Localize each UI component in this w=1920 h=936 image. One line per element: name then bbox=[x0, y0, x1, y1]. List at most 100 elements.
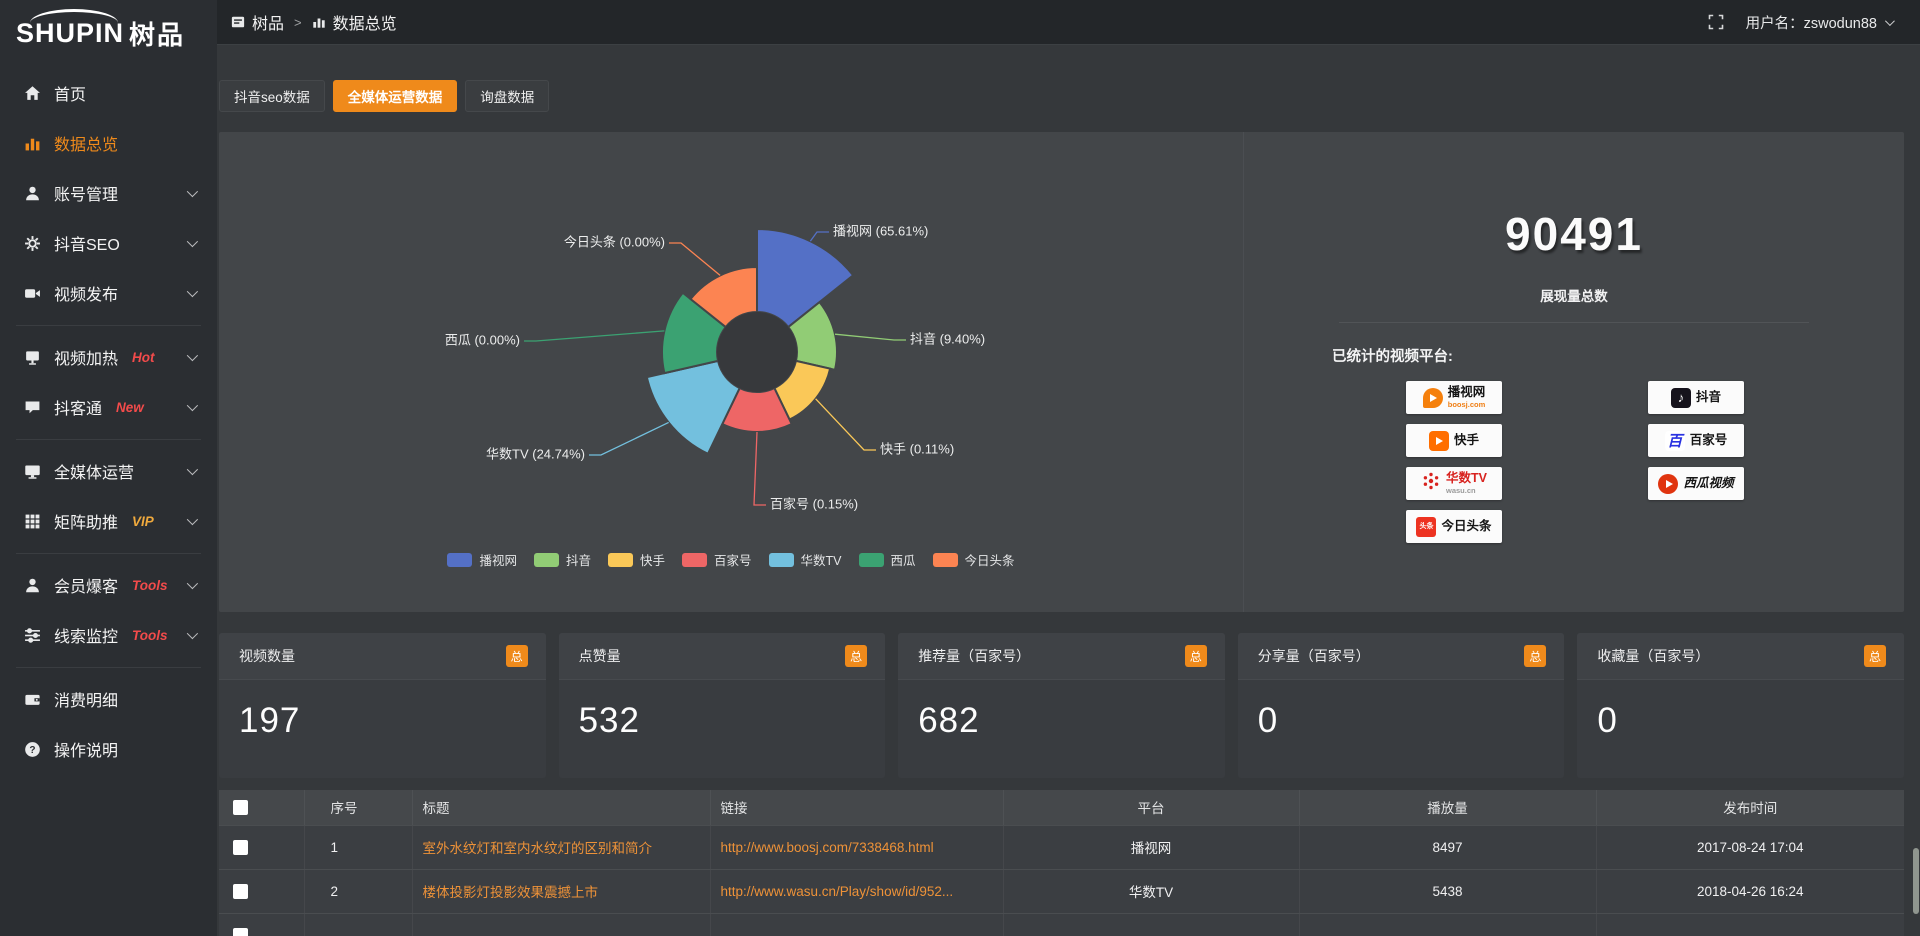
cell-plays bbox=[1299, 913, 1596, 936]
sidebar-item-抖客通[interactable]: 抖客通New bbox=[0, 382, 217, 432]
app-grid-icon bbox=[231, 15, 245, 29]
sidebar-item-会员爆客[interactable]: 会员爆客Tools bbox=[0, 560, 217, 610]
pie-chart-zone: 播视网 (65.61%)抖音 (9.40%)快手 (0.11%)百家号 (0.1… bbox=[219, 132, 1243, 612]
sidebar-divider bbox=[16, 667, 201, 668]
cell-url-link[interactable]: http://www.boosj.com/7338468.html bbox=[710, 825, 1003, 869]
platform-chip-text: 抖音 bbox=[1696, 391, 1721, 404]
total-impressions-value: 90491 bbox=[1244, 207, 1904, 261]
pie-label-百家号: 百家号 (0.15%) bbox=[770, 496, 858, 511]
sidebar-item-label: 操作说明 bbox=[54, 737, 118, 761]
sidebar-item-badge: VIP bbox=[132, 514, 154, 529]
legend-item-快手[interactable]: 快手 bbox=[608, 550, 665, 569]
table-header-checkbox-cell bbox=[219, 790, 304, 825]
breadcrumb: 树品 > 数据总览 bbox=[231, 10, 397, 34]
sidebar-item-label: 会员爆客 bbox=[54, 573, 118, 597]
table-header-平台: 平台 bbox=[1003, 790, 1299, 825]
legend-swatch bbox=[933, 553, 958, 567]
sidebar-item-数据总览[interactable]: 数据总览 bbox=[0, 118, 217, 168]
wasu-logo-icon bbox=[1421, 471, 1441, 496]
fullscreen-icon[interactable] bbox=[1708, 14, 1724, 30]
total-badge[interactable]: 总 bbox=[506, 645, 528, 667]
sidebar-item-视频加热[interactable]: 视频加热Hot bbox=[0, 332, 217, 382]
cell-index bbox=[304, 913, 412, 936]
tab-抖音seo数据[interactable]: 抖音seo数据 bbox=[219, 80, 325, 112]
stat-card-header: 收藏量（百家号）总 bbox=[1577, 633, 1904, 680]
toutiao-logo-icon: 头条 bbox=[1416, 517, 1436, 537]
select-all-checkbox[interactable] bbox=[233, 800, 248, 815]
sidebar-divider bbox=[16, 439, 201, 440]
person-icon bbox=[24, 577, 41, 594]
legend-item-今日头条[interactable]: 今日头条 bbox=[933, 550, 1015, 569]
platform-chip-text: 百家号 bbox=[1690, 434, 1728, 447]
cell-title-link[interactable]: 室外水纹灯和室内水纹灯的区别和简介 bbox=[412, 825, 710, 869]
sidebar-item-label: 视频发布 bbox=[54, 281, 118, 305]
legend-item-西瓜[interactable]: 西瓜 bbox=[859, 550, 916, 569]
cell-title-link[interactable] bbox=[412, 913, 710, 936]
play-icon bbox=[1436, 437, 1443, 445]
username-label: 用户名：zswodun88 bbox=[1746, 12, 1877, 33]
user-menu[interactable]: 用户名：zswodun88 bbox=[1746, 12, 1892, 33]
legend-label: 播视网 bbox=[479, 550, 517, 569]
scrollbar-thumb[interactable] bbox=[1913, 848, 1919, 914]
row-checkbox[interactable] bbox=[233, 884, 248, 899]
legend-item-抖音[interactable]: 抖音 bbox=[534, 550, 591, 569]
sidebar-item-label: 账号管理 bbox=[54, 181, 118, 205]
chevron-down-icon bbox=[187, 578, 198, 589]
platform-chip-快手: 快手 bbox=[1406, 424, 1502, 457]
cell-time bbox=[1596, 913, 1904, 936]
cell-title-link[interactable]: 楼体投影灯投影效果震撼上市 bbox=[412, 869, 710, 913]
tab-全媒体运营数据[interactable]: 全媒体运营数据 bbox=[333, 80, 458, 112]
chevron-down-icon bbox=[187, 464, 198, 475]
legend-label: 西瓜 bbox=[891, 550, 916, 569]
cell-platform: 播视网 bbox=[1003, 825, 1299, 869]
cell-platform bbox=[1003, 913, 1299, 936]
row-checkbox[interactable] bbox=[233, 928, 248, 936]
legend-item-华数TV[interactable]: 华数TV bbox=[769, 550, 842, 569]
table-header-链接: 链接 bbox=[710, 790, 1003, 825]
table-header-标题: 标题 bbox=[412, 790, 710, 825]
cell-time: 2018-04-26 16:24 bbox=[1596, 869, 1904, 913]
cell-url-link[interactable]: http://www.wasu.cn/Play/show/id/952... bbox=[710, 869, 1003, 913]
platform-name: 华数TV bbox=[1446, 472, 1487, 485]
platform-chip-text: 华数TVwasu.cn bbox=[1446, 472, 1487, 494]
sidebar-divider bbox=[16, 325, 201, 326]
platform-name: 快手 bbox=[1454, 434, 1479, 447]
total-badge[interactable]: 总 bbox=[1185, 645, 1207, 667]
platform-name: 今日头条 bbox=[1441, 520, 1491, 533]
platform-name: 抖音 bbox=[1696, 391, 1721, 404]
legend-item-播视网[interactable]: 播视网 bbox=[447, 550, 517, 569]
cell-plays: 5438 bbox=[1299, 869, 1596, 913]
sidebar-item-矩阵助推[interactable]: 矩阵助推VIP bbox=[0, 496, 217, 546]
stat-cards: 视频数量总197点赞量总532推荐量（百家号）总682分享量（百家号）总0收藏量… bbox=[219, 633, 1904, 778]
sidebar-item-视频发布[interactable]: 视频发布 bbox=[0, 268, 217, 318]
stat-card-label: 视频数量 bbox=[239, 646, 295, 666]
stat-card-视频数量: 视频数量总197 bbox=[219, 633, 546, 778]
sidebar-item-账号管理[interactable]: 账号管理 bbox=[0, 168, 217, 218]
row-checkbox[interactable] bbox=[233, 840, 248, 855]
total-badge[interactable]: 总 bbox=[845, 645, 867, 667]
stat-card-value: 0 bbox=[1238, 680, 1565, 741]
sidebar-item-抖音SEO[interactable]: 抖音SEO bbox=[0, 218, 217, 268]
sidebar-item-首页[interactable]: 首页 bbox=[0, 68, 217, 118]
pie-slice-播视网[interactable] bbox=[757, 229, 853, 327]
page-scrollbar bbox=[1913, 0, 1919, 936]
cell-index: 2 bbox=[304, 869, 412, 913]
total-badge[interactable]: 总 bbox=[1864, 645, 1886, 667]
sidebar-item-线索监控[interactable]: 线索监控Tools bbox=[0, 610, 217, 660]
stat-card-label: 点赞量 bbox=[579, 646, 621, 666]
tab-询盘数据[interactable]: 询盘数据 bbox=[465, 80, 549, 112]
legend-swatch bbox=[859, 553, 884, 567]
cell-url-link[interactable] bbox=[710, 913, 1003, 936]
pie-label-line bbox=[816, 399, 876, 450]
sidebar-item-label: 抖音SEO bbox=[54, 231, 120, 255]
total-badge[interactable]: 总 bbox=[1524, 645, 1546, 667]
breadcrumb-root[interactable]: 树品 bbox=[252, 10, 284, 34]
xigua-logo-icon bbox=[1658, 474, 1678, 494]
chevron-down-icon bbox=[187, 628, 198, 639]
logo-text-en: SHUPIN bbox=[16, 18, 124, 49]
legend-label: 华数TV bbox=[801, 550, 842, 569]
sidebar-item-消费明细[interactable]: 消费明细 bbox=[0, 674, 217, 724]
sidebar-item-操作说明[interactable]: ?操作说明 bbox=[0, 724, 217, 774]
legend-item-百家号[interactable]: 百家号 bbox=[682, 550, 752, 569]
sidebar-item-全媒体运营[interactable]: 全媒体运营 bbox=[0, 446, 217, 496]
